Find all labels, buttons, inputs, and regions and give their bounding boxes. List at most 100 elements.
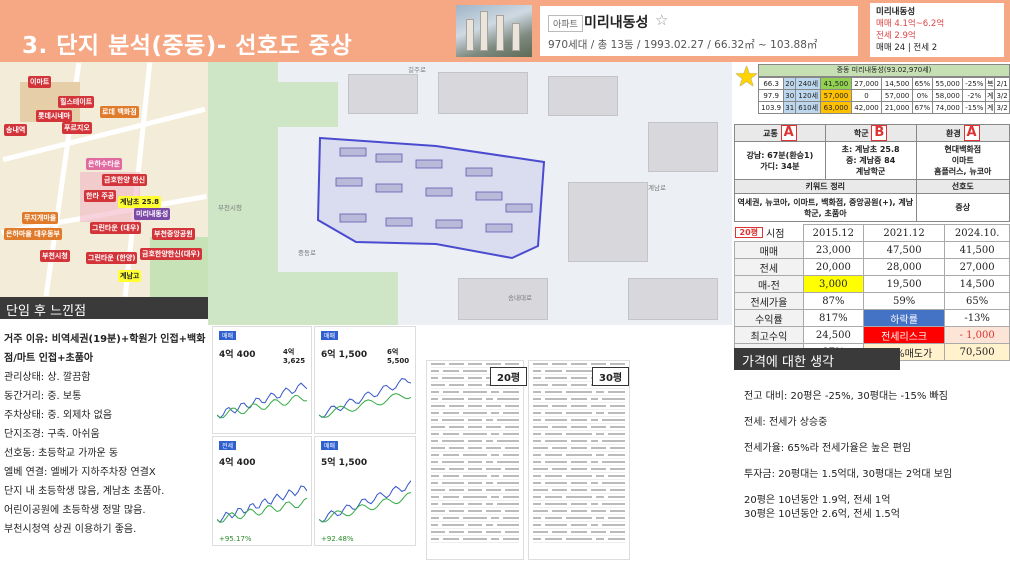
price-row: 수익률 817% 하락률 -13% <box>734 309 1010 327</box>
grade-head-env: 환경 <box>945 129 961 138</box>
list-item <box>431 403 520 410</box>
summary-cell: 97.9 <box>757 89 785 102</box>
complex-map[interactable]: 길주로 중동로 송내대로 계남로 부천시청 <box>208 62 732 325</box>
summary-cell: -15% <box>962 101 987 114</box>
list-item <box>533 501 625 508</box>
impression-line: 거주 이유: 비역세권(19분)+학원가 인접+백화점/마트 인접+초품아 <box>4 334 206 364</box>
summary-cell: 30 <box>783 89 797 102</box>
summary-row: 97.9 30 120세 57,000 0 57,000 0% 58,000 -2% 계 3/2 <box>757 89 1010 102</box>
price-row: 전세가율 87% 59% 65% <box>734 292 1010 310</box>
price-cell: 20,000 <box>802 258 864 276</box>
list-item <box>431 508 520 515</box>
impression-line: 단지 내 초등학생 많음, 계남초 초품아. <box>4 486 165 497</box>
list-item <box>431 501 519 508</box>
price-cell: 59% <box>862 292 946 310</box>
map-label: 은하수타운 <box>86 158 123 170</box>
impression-line: 선호동: 초등학교 가까운 동 <box>4 448 119 459</box>
apartment-name: 미리내동성 <box>584 15 649 31</box>
summary-cell: 55,000 <box>931 77 964 90</box>
summary-cell: 복 <box>985 77 996 90</box>
map-label: 롯데시네마 <box>36 110 73 122</box>
summary-cell: 57,000 <box>881 89 913 102</box>
price-cell: 47,500 <box>862 241 946 259</box>
price-line-chart <box>319 480 411 523</box>
map-label: 부천시청 <box>40 250 70 262</box>
grade-env: A <box>963 125 980 141</box>
favorite-star-icon[interactable]: ☆ <box>655 11 668 29</box>
list-item <box>431 536 519 543</box>
summary-cell: 120세 <box>795 89 822 102</box>
map-label: 금호한양한신(대우) <box>140 248 202 260</box>
summary-cell: 21,000 <box>881 101 913 114</box>
list-item <box>431 389 519 396</box>
price-thought-body: 전고 대비: 20평은 -25%, 30평대는 -15% 빠짐전세: 전세가 상… <box>744 390 1006 534</box>
price-thought-item: 투자금: 20평대는 1.5억대, 30평대는 2억대 보임 <box>744 469 953 480</box>
summary-cell: 58,000 <box>931 89 964 102</box>
street-label: 계남로 <box>648 184 666 192</box>
price-thought-item: 전고 대비: 20평은 -25%, 30평대는 -15% 빠짐 <box>744 391 948 402</box>
area-map[interactable]: 이마트 힐스테이트 로데 백화점 롯데시네마 푸르지오 은하수타운 금호한양 한… <box>0 62 208 297</box>
transaction-list[interactable] <box>426 360 524 560</box>
chart-tab[interactable]: 매매 <box>321 441 339 450</box>
list-item <box>431 480 519 487</box>
summary-cell: 67% <box>911 101 933 114</box>
summary-cell: 계 <box>985 89 996 102</box>
street-label: 중동로 <box>298 249 316 257</box>
grade-cell-env: 현대백화점 이마트 홈플러스, 뉴코아 <box>915 141 1010 180</box>
complex-boundary <box>316 136 546 260</box>
summary-cell: 41,500 <box>820 77 852 90</box>
chart-tab[interactable]: 매매 <box>219 331 237 340</box>
summary-cell: 2/1 <box>994 77 1010 90</box>
grade-traffic: A <box>780 125 797 141</box>
map-label: 이마트 <box>28 76 52 88</box>
map-label: 송내역 <box>4 124 28 136</box>
chart-card: 전세 4억 400 +95.17% <box>212 436 312 546</box>
apartment-card[interactable]: 아파트 미리내동성 ☆ 970세대 / 총 13동 / 1993.02.27 /… <box>540 6 858 56</box>
list-item <box>533 459 625 466</box>
list-item <box>431 396 519 403</box>
list-size-label: 30평 <box>592 367 630 386</box>
summary-cell: 42,000 <box>850 101 883 114</box>
map-label: 무지개마을 <box>22 212 59 224</box>
summary-cell: 240세 <box>795 77 822 90</box>
price-line-chart <box>217 485 307 524</box>
price-cell: 수익률 <box>734 309 804 327</box>
list-item <box>431 417 519 424</box>
price-thought-item: 전세: 전세가 상승중 <box>744 417 828 428</box>
chart-value-2: 4억 3,625 <box>283 348 306 365</box>
summary-row: 103.9 31 610세 63,000 42,000 21,000 67% 74,000 -1… <box>757 101 1010 114</box>
summary-cell: -25% <box>962 77 987 90</box>
chart-tab[interactable]: 전세 <box>219 441 237 450</box>
summary-cell: 74,000 <box>931 101 964 114</box>
list-item <box>533 522 625 529</box>
chart-tab[interactable]: 매매 <box>321 331 339 340</box>
price-row: 매-전 3,000 19,500 14,500 <box>734 275 1010 293</box>
summary-cell: 103.9 <box>757 101 785 114</box>
impression-line: 부천시청역 상권 이용하기 좋음. <box>4 524 137 535</box>
map-label: 은하마을 대우동부 <box>4 228 62 240</box>
summary-cell: 0 <box>850 89 883 102</box>
price-cell: 매-전 <box>734 275 804 293</box>
list-item <box>533 494 625 501</box>
price-card-jeonse: 전세 2.9억 <box>876 31 916 41</box>
price-cell: 19,500 <box>862 275 946 293</box>
price-cell: 전세가율 <box>734 292 804 310</box>
map-label: 로데 백화점 <box>100 106 139 118</box>
map-label: 푸르지오 <box>62 122 92 134</box>
price-table: 20평 2015.12 2021.12 2024.10. 매매 23,000 47,… <box>734 224 1010 361</box>
transaction-list[interactable] <box>528 360 630 560</box>
price-cell: 하락률 <box>862 309 946 327</box>
price-cell: 14,500 <box>944 275 1010 293</box>
list-item <box>533 424 626 431</box>
list-item <box>533 445 626 452</box>
summary-cell: 63,000 <box>820 101 852 114</box>
summary-table-title: 중동 미리내동성(93.02,970세) <box>758 64 1010 77</box>
list-item <box>533 452 625 459</box>
chart-value: 4억 400 <box>219 350 256 360</box>
summary-cell: 20 <box>783 77 797 90</box>
price-cell: - 1,000 <box>944 326 1010 344</box>
summary-cell: -2% <box>962 89 987 102</box>
list-item <box>533 515 625 522</box>
price-cell: 23,000 <box>802 241 864 259</box>
street-label: 길주로 <box>408 66 426 74</box>
